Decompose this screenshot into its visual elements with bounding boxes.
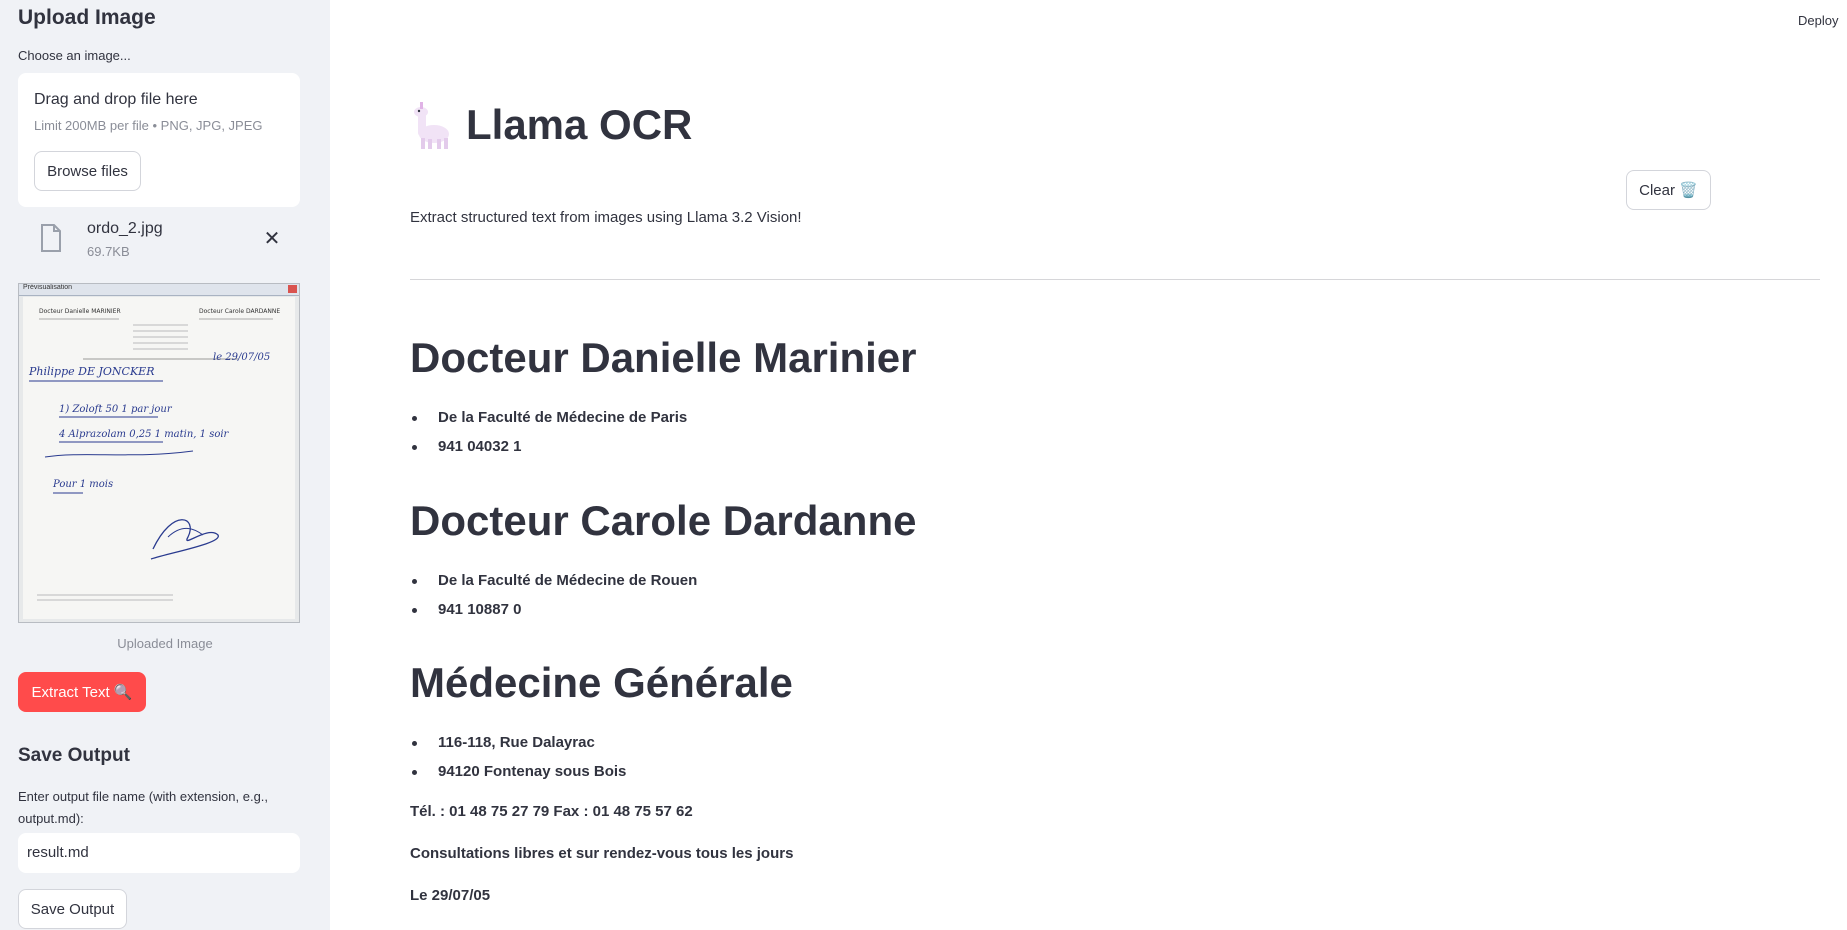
list-item-text: De la Faculté de Médecine de Paris xyxy=(438,409,688,426)
preview-close-icon xyxy=(288,285,297,293)
image-caption: Uploaded Image xyxy=(117,636,213,651)
save-output-button[interactable]: Save Output xyxy=(18,889,127,929)
clear-button[interactable]: Clear 🗑️ xyxy=(1626,170,1711,210)
scan-doctor-right: Docteur Carole DARDANNE xyxy=(199,308,280,315)
result-heading-1: Docteur Danielle Marinier xyxy=(410,334,917,381)
uploaded-file-size: 69.7KB xyxy=(87,244,130,259)
scan-line-2: 4 Alprazolam 0,25 1 matin, 1 soir xyxy=(58,429,230,440)
divider xyxy=(410,279,1820,280)
result-contact: Tél. : 01 48 75 27 79 Fax : 01 48 75 57 … xyxy=(410,803,693,820)
result-consultations: Consultations libres et sur rendez-vous … xyxy=(410,845,794,862)
browse-files-button[interactable]: Browse files xyxy=(34,151,141,191)
prescription-scan-drawing: Docteur Danielle MARINIER Docteur Carole… xyxy=(28,308,280,601)
output-filename-input[interactable]: result.md xyxy=(18,833,300,873)
app-subtitle: Extract structured text from images usin… xyxy=(410,209,802,226)
uploaded-file-name: ordo_2.jpg xyxy=(87,220,163,237)
deploy-button[interactable]: Deploy xyxy=(1798,13,1838,28)
scan-doctor-left: Docteur Danielle MARINIER xyxy=(39,308,121,315)
uploaded-file-row: ordo_2.jpg 69.7KB ✕ xyxy=(18,218,300,264)
file-dropzone[interactable]: Drag and drop file here Limit 200MB per … xyxy=(18,73,300,207)
llama-icon xyxy=(414,102,449,149)
list-item-text: De la Faculté de Médecine de Rouen xyxy=(438,572,698,589)
app-title-text: Llama OCR xyxy=(466,101,693,148)
file-icon xyxy=(41,224,61,252)
close-icon[interactable]: ✕ xyxy=(260,226,284,250)
sidebar-title-upload: Upload Image xyxy=(18,6,156,29)
list-item-text: 941 10887 0 xyxy=(438,601,522,618)
list-item-text: 116-118, Rue Dalayrac xyxy=(438,734,595,751)
output-filename-label: Enter output file name (with extension, … xyxy=(18,789,269,826)
scan-patient: Philippe DE JONCKER xyxy=(28,365,154,378)
scan-line-1: 1) Zoloft 50 1 par jour xyxy=(59,404,173,415)
dropzone-limits: Limit 200MB per file • PNG, JPG, JPEG xyxy=(34,118,263,133)
sidebar-title-save: Save Output xyxy=(18,745,130,766)
preview-window-bar: Prévisualisation xyxy=(19,284,299,296)
scan-line-3: Pour 1 mois xyxy=(52,479,113,490)
sidebar: Upload Image Choose an image... Drag and… xyxy=(0,0,330,930)
result-heading-3: Médecine Générale xyxy=(410,659,793,706)
prescription-scan: Docteur Danielle MARINIER Docteur Carole… xyxy=(23,297,295,619)
list-item-text: 94120 Fontenay sous Bois xyxy=(438,763,627,780)
file-uploader-label: Choose an image... xyxy=(18,48,131,63)
preview-window-title: Prévisualisation xyxy=(23,284,73,291)
extract-text-button[interactable]: Extract Text 🔍 xyxy=(18,672,146,712)
page-title: Llama OCR xyxy=(410,100,692,150)
result-date: Le 29/07/05 xyxy=(410,887,491,904)
scan-date: le 29/07/05 xyxy=(213,352,270,363)
uploaded-image-preview: Prévisualisation Docteur Danielle MARINI… xyxy=(18,283,300,623)
dropzone-instructions: Drag and drop file here xyxy=(34,91,198,108)
list-item-text: 941 04032 1 xyxy=(438,438,522,455)
result-heading-2: Docteur Carole Dardanne xyxy=(410,497,917,544)
